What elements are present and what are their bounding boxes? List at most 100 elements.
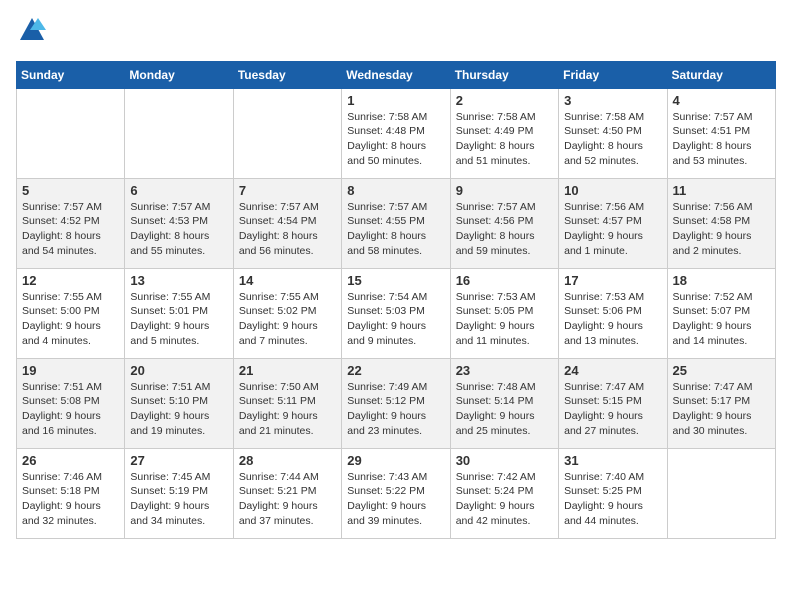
day-number: 12 [22,273,119,288]
day-info: Sunrise: 7:44 AMSunset: 5:21 PMDaylight:… [239,470,336,529]
day-number: 10 [564,183,661,198]
calendar-cell: 8 Sunrise: 7:57 AMSunset: 4:55 PMDaylight… [342,178,450,268]
calendar-cell: 14 Sunrise: 7:55 AMSunset: 5:02 PMDayligh… [233,268,341,358]
day-info: Sunrise: 7:55 AMSunset: 5:02 PMDaylight:… [239,290,336,349]
calendar-cell: 15 Sunrise: 7:54 AMSunset: 5:03 PMDayligh… [342,268,450,358]
day-number: 9 [456,183,553,198]
calendar-cell: 18Sunrise: 7:52 AMSunset: 5:07 PMDayligh… [667,268,775,358]
calendar-week-row: 5 Sunrise: 7:57 AMSunset: 4:52 PMDaylight… [17,178,776,268]
day-info: Sunrise: 7:52 AMSunset: 5:07 PMDaylight:… [673,290,770,349]
day-number: 3 [564,93,661,108]
day-number: 11 [673,183,770,198]
day-info: Sunrise: 7:57 AMSunset: 4:56 PMDaylight:… [456,200,553,259]
day-info: Sunrise: 7:47 AMSunset: 5:15 PMDaylight:… [564,380,661,439]
day-number: 25 [673,363,770,378]
calendar-cell: 17Sunrise: 7:53 AMSunset: 5:06 PMDayligh… [559,268,667,358]
calendar-cell: 22 Sunrise: 7:49 AMSunset: 5:12 PMDayligh… [342,358,450,448]
calendar-cell [233,88,341,178]
logo [16,16,46,49]
calendar-cell: 9 Sunrise: 7:57 AMSunset: 4:56 PMDaylight… [450,178,558,268]
day-number: 24 [564,363,661,378]
day-number: 5 [22,183,119,198]
calendar-cell: 11 Sunrise: 7:56 AMSunset: 4:58 PMDayligh… [667,178,775,268]
day-info: Sunrise: 7:55 AMSunset: 5:00 PMDaylight:… [22,290,119,349]
calendar-week-row: 12 Sunrise: 7:55 AMSunset: 5:00 PMDayligh… [17,268,776,358]
day-number: 19 [22,363,119,378]
day-number: 8 [347,183,444,198]
day-info: Sunrise: 7:45 AMSunset: 5:19 PMDaylight:… [130,470,227,529]
day-info: Sunrise: 7:50 AMSunset: 5:11 PMDaylight:… [239,380,336,439]
calendar-cell: 5 Sunrise: 7:57 AMSunset: 4:52 PMDaylight… [17,178,125,268]
day-number: 4 [673,93,770,108]
day-number: 31 [564,453,661,468]
day-info: Sunrise: 7:57 AMSunset: 4:55 PMDaylight:… [347,200,444,259]
calendar-cell: 25 Sunrise: 7:47 AMSunset: 5:17 PMDayligh… [667,358,775,448]
calendar-cell: 13 Sunrise: 7:55 AMSunset: 5:01 PMDayligh… [125,268,233,358]
calendar-cell [17,88,125,178]
day-info: Sunrise: 7:47 AMSunset: 5:17 PMDaylight:… [673,380,770,439]
logo-icon [18,16,46,44]
day-number: 7 [239,183,336,198]
calendar-cell: 16Sunrise: 7:53 AMSunset: 5:05 PMDayligh… [450,268,558,358]
day-info: Sunrise: 7:57 AMSunset: 4:52 PMDaylight:… [22,200,119,259]
calendar-day-header: Thursday [450,61,558,88]
day-info: Sunrise: 7:53 AMSunset: 5:05 PMDaylight:… [456,290,553,349]
calendar-day-header: Tuesday [233,61,341,88]
day-number: 27 [130,453,227,468]
calendar-cell: 12 Sunrise: 7:55 AMSunset: 5:00 PMDayligh… [17,268,125,358]
calendar-cell: 27 Sunrise: 7:45 AMSunset: 5:19 PMDayligh… [125,448,233,538]
day-info: Sunrise: 7:43 AMSunset: 5:22 PMDaylight:… [347,470,444,529]
day-info: Sunrise: 7:53 AMSunset: 5:06 PMDaylight:… [564,290,661,349]
calendar-cell [667,448,775,538]
day-info: Sunrise: 7:46 AMSunset: 5:18 PMDaylight:… [22,470,119,529]
calendar-cell: 19 Sunrise: 7:51 AMSunset: 5:08 PMDayligh… [17,358,125,448]
day-info: Sunrise: 7:57 AMSunset: 4:53 PMDaylight:… [130,200,227,259]
calendar-cell [125,88,233,178]
calendar-cell: 29 Sunrise: 7:43 AMSunset: 5:22 PMDayligh… [342,448,450,538]
calendar-cell: 6Sunrise: 7:57 AMSunset: 4:53 PMDaylight… [125,178,233,268]
day-number: 28 [239,453,336,468]
day-info: Sunrise: 7:56 AMSunset: 4:58 PMDaylight:… [673,200,770,259]
day-number: 30 [456,453,553,468]
calendar-cell: 2 Sunrise: 7:58 AMSunset: 4:49 PMDaylight… [450,88,558,178]
day-info: Sunrise: 7:42 AMSunset: 5:24 PMDaylight:… [456,470,553,529]
day-info: Sunrise: 7:58 AMSunset: 4:48 PMDaylight:… [347,110,444,169]
day-number: 15 [347,273,444,288]
calendar-cell: 3 Sunrise: 7:58 AMSunset: 4:50 PMDaylight… [559,88,667,178]
calendar-header-row: SundayMondayTuesdayWednesdayThursdayFrid… [17,61,776,88]
calendar-cell: 7Sunrise: 7:57 AMSunset: 4:54 PMDaylight… [233,178,341,268]
day-number: 14 [239,273,336,288]
day-info: Sunrise: 7:51 AMSunset: 5:08 PMDaylight:… [22,380,119,439]
calendar-cell: 4 Sunrise: 7:57 AMSunset: 4:51 PMDaylight… [667,88,775,178]
calendar-day-header: Wednesday [342,61,450,88]
day-number: 23 [456,363,553,378]
day-info: Sunrise: 7:58 AMSunset: 4:49 PMDaylight:… [456,110,553,169]
day-info: Sunrise: 7:54 AMSunset: 5:03 PMDaylight:… [347,290,444,349]
calendar-cell: 30 Sunrise: 7:42 AMSunset: 5:24 PMDayligh… [450,448,558,538]
calendar-day-header: Saturday [667,61,775,88]
calendar-day-header: Monday [125,61,233,88]
calendar-cell: 10Sunrise: 7:56 AMSunset: 4:57 PMDayligh… [559,178,667,268]
day-number: 21 [239,363,336,378]
calendar-cell: 1 Sunrise: 7:58 AMSunset: 4:48 PMDaylight… [342,88,450,178]
day-info: Sunrise: 7:49 AMSunset: 5:12 PMDaylight:… [347,380,444,439]
calendar-cell: 20Sunrise: 7:51 AMSunset: 5:10 PMDayligh… [125,358,233,448]
calendar-cell: 31 Sunrise: 7:40 AMSunset: 5:25 PMDayligh… [559,448,667,538]
day-info: Sunrise: 7:55 AMSunset: 5:01 PMDaylight:… [130,290,227,349]
day-number: 2 [456,93,553,108]
calendar-cell: 24 Sunrise: 7:47 AMSunset: 5:15 PMDayligh… [559,358,667,448]
day-number: 1 [347,93,444,108]
calendar-cell: 28 Sunrise: 7:44 AMSunset: 5:21 PMDayligh… [233,448,341,538]
page-header [16,16,776,49]
day-info: Sunrise: 7:57 AMSunset: 4:51 PMDaylight:… [673,110,770,169]
calendar-day-header: Friday [559,61,667,88]
day-info: Sunrise: 7:40 AMSunset: 5:25 PMDaylight:… [564,470,661,529]
day-number: 26 [22,453,119,468]
day-number: 13 [130,273,227,288]
day-info: Sunrise: 7:48 AMSunset: 5:14 PMDaylight:… [456,380,553,439]
day-number: 22 [347,363,444,378]
calendar-week-row: 26 Sunrise: 7:46 AMSunset: 5:18 PMDayligh… [17,448,776,538]
day-info: Sunrise: 7:58 AMSunset: 4:50 PMDaylight:… [564,110,661,169]
day-number: 29 [347,453,444,468]
calendar-day-header: Sunday [17,61,125,88]
